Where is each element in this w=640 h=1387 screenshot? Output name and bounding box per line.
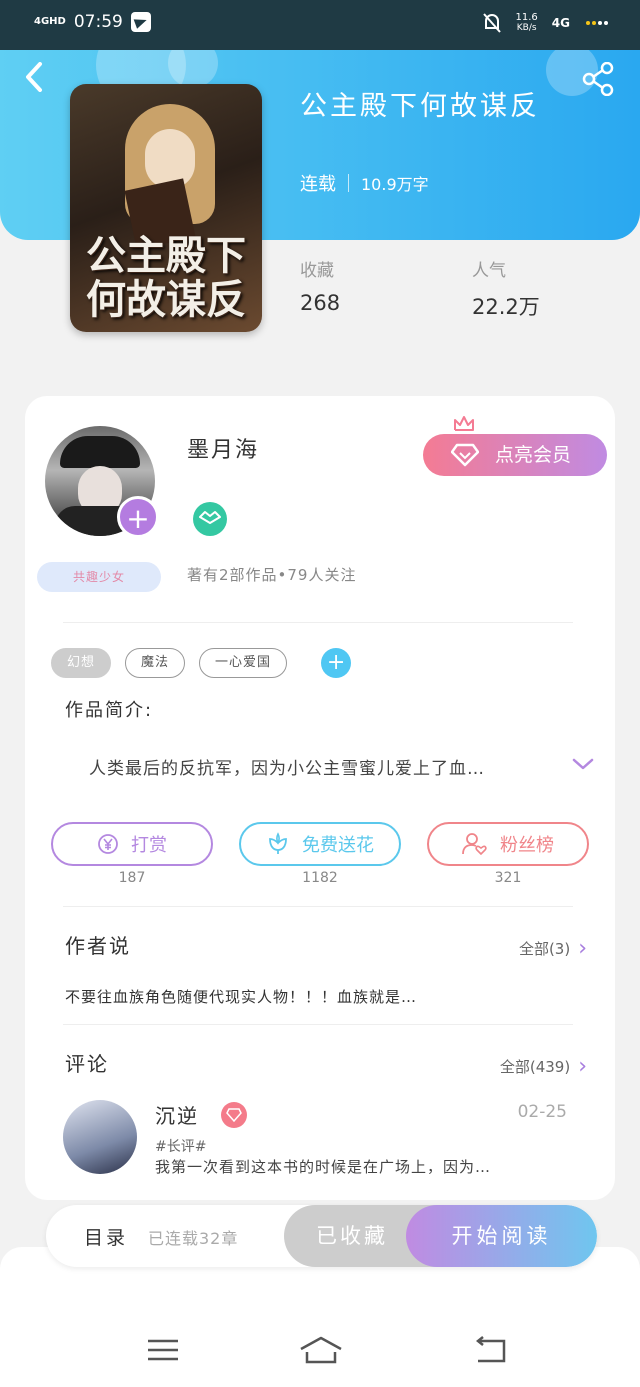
fan-count: 321 bbox=[494, 870, 522, 886]
add-tag-button[interactable]: + bbox=[321, 648, 352, 678]
stat-label: 人气 bbox=[472, 261, 506, 281]
author-say-text[interactable]: 不要往血族角色随便代现实人物！！！血族就是… bbox=[65, 986, 417, 1007]
detail-card: + 共趣少女 墨月海 点亮会员 著有2部作品•79人关注 幻想 魔法 一心爱国 … bbox=[25, 396, 615, 1200]
vip-button-label: 点亮会员 bbox=[495, 444, 572, 466]
send-flower-label: 免费送花 bbox=[302, 835, 374, 856]
author-say-title: 作者说 bbox=[65, 934, 131, 958]
stat-popularity: 人气 22.2万 bbox=[472, 256, 540, 321]
battery-icon bbox=[586, 21, 608, 25]
stat-label: 收藏 bbox=[300, 261, 334, 281]
back-nav-icon[interactable] bbox=[470, 1335, 510, 1365]
stat-value: 268 bbox=[300, 291, 341, 315]
status-bar: 4GHD 07:59 11.6 KB/s 4G bbox=[0, 0, 640, 50]
telegram-icon bbox=[130, 12, 151, 32]
book-meta: 连载 10.9万字 bbox=[300, 170, 429, 196]
author-say-more-link[interactable]: 全部(3) › bbox=[519, 936, 587, 961]
chapter-count[interactable]: 已连载32章 bbox=[148, 1225, 238, 1249]
comment-tag: #长评# bbox=[155, 1139, 207, 1155]
signal-4g: 4G bbox=[551, 16, 570, 30]
menu-icon[interactable] bbox=[144, 1335, 184, 1365]
system-nav-bar bbox=[0, 1247, 640, 1387]
comments-more-link[interactable]: 全部(439) › bbox=[500, 1054, 587, 1079]
yen-coin-icon bbox=[98, 834, 118, 854]
author-stats: 著有2部作品•79人关注 bbox=[187, 566, 357, 584]
chevron-right-icon: › bbox=[578, 1054, 587, 1079]
comment-text[interactable]: 我第一次看到这本书的时候是在广场上，因为… bbox=[155, 1156, 491, 1177]
toc-button[interactable]: 目录 bbox=[84, 1223, 128, 1250]
network-speed-unit: KB/s bbox=[516, 23, 537, 33]
user-heart-icon bbox=[462, 833, 487, 856]
flower-count: 1182 bbox=[302, 870, 338, 886]
tip-count: 187 bbox=[118, 870, 146, 886]
commenter-avatar[interactable] bbox=[63, 1100, 137, 1174]
handshake-badge-icon bbox=[193, 502, 227, 536]
divider bbox=[63, 622, 573, 623]
follow-author-button[interactable]: + bbox=[117, 496, 159, 538]
reader-action-bar: 目录 已连载32章 已收藏 开始阅读 bbox=[46, 1205, 597, 1267]
diamond-icon bbox=[451, 443, 479, 467]
back-arrow-icon bbox=[26, 62, 42, 92]
tag-list: 幻想 魔法 一心爱国 + bbox=[51, 648, 352, 678]
share-icon bbox=[582, 61, 614, 97]
comments-more-label: 全部(439) bbox=[499, 1058, 571, 1076]
status-time: 07:59 bbox=[73, 12, 123, 32]
commenter-name[interactable]: 沉逆 bbox=[155, 1100, 199, 1129]
bell-off-icon bbox=[482, 13, 501, 33]
tip-button[interactable]: 打赏 bbox=[51, 822, 213, 866]
fan-rank-label: 粉丝榜 bbox=[500, 835, 554, 856]
synopsis-label: 作品简介: bbox=[65, 700, 154, 721]
divider bbox=[63, 906, 573, 907]
synopsis-text[interactable]: 人类最后的反抗军，因为小公主雪蜜儿爱上了血… bbox=[89, 754, 485, 779]
tag-chip[interactable]: 一心爱国 bbox=[199, 648, 288, 678]
chevron-down-icon[interactable] bbox=[571, 752, 595, 776]
send-flower-button[interactable]: 免费送花 bbox=[239, 822, 401, 866]
author-say-more-label: 全部(3) bbox=[518, 940, 571, 958]
fan-rank-button[interactable]: 粉丝榜 bbox=[427, 822, 589, 866]
network-indicator: 4GHD bbox=[34, 16, 66, 27]
share-button[interactable] bbox=[582, 61, 616, 97]
meta-divider bbox=[348, 174, 349, 192]
divider bbox=[63, 1024, 573, 1025]
vip-button[interactable]: 点亮会员 bbox=[423, 434, 607, 476]
author-title-badge: 共趣少女 bbox=[37, 562, 161, 592]
flower-icon bbox=[269, 832, 287, 854]
stat-collect: 收藏 268 bbox=[300, 256, 340, 315]
book-cover[interactable]: 公主殿下何故谋反 bbox=[70, 84, 262, 332]
serial-status: 连载 bbox=[300, 174, 336, 195]
book-title: 公主殿下何故谋反 bbox=[300, 91, 540, 122]
author-name[interactable]: 墨月海 bbox=[187, 432, 259, 464]
tag-chip[interactable]: 魔法 bbox=[125, 648, 186, 678]
tag-chip[interactable]: 幻想 bbox=[51, 648, 112, 678]
stat-value: 22.2万 bbox=[472, 295, 540, 319]
back-button[interactable] bbox=[24, 62, 50, 92]
home-icon[interactable] bbox=[298, 1335, 344, 1365]
chevron-right-icon: › bbox=[578, 936, 587, 961]
tip-label: 打赏 bbox=[131, 835, 167, 856]
vip-diamond-icon bbox=[221, 1102, 247, 1128]
network-speed: 11.6 bbox=[515, 12, 538, 23]
comments-title: 评论 bbox=[65, 1052, 109, 1076]
cover-title-art: 公主殿下何故谋反 bbox=[86, 232, 246, 323]
crown-icon bbox=[454, 416, 474, 431]
word-count: 10.9万字 bbox=[361, 175, 429, 194]
start-reading-button[interactable]: 开始阅读 bbox=[406, 1205, 597, 1267]
comment-date: 02-25 bbox=[517, 1102, 567, 1122]
